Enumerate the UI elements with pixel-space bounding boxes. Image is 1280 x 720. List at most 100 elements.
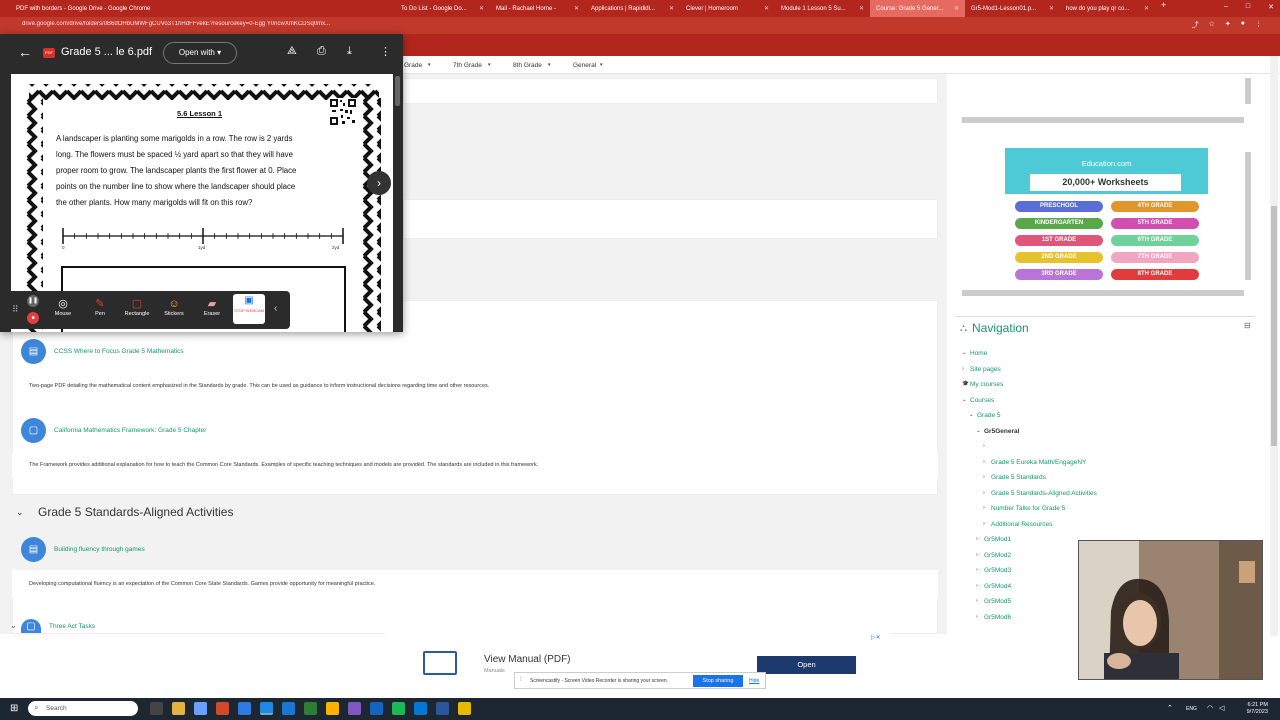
tree-chevron-icon[interactable]: ›: [983, 505, 985, 511]
tree-chevron-icon[interactable]: ›: [976, 536, 978, 542]
collapse-toolbar-icon[interactable]: ‹: [274, 303, 277, 314]
nav-item[interactable]: Site pages: [970, 366, 1001, 373]
activity-item[interactable]: ▢ Three Act Tasks: [21, 619, 95, 633]
open-button[interactable]: Open: [757, 656, 856, 674]
grade-button[interactable]: 2ND GRADE: [1015, 252, 1103, 263]
nav-item[interactable]: Additional Resources: [991, 521, 1052, 528]
grade-button[interactable]: 7TH GRADE: [1111, 252, 1199, 263]
nav-item[interactable]: Grade 5 Standards-Aligned Activities: [991, 490, 1097, 497]
browser-tab[interactable]: Module 1 Lesson 5 Su... ✕: [775, 0, 870, 17]
add-to-drive-icon[interactable]: ⟁: [287, 45, 297, 58]
nav-item[interactable]: Grade 5 Eureka Math/EngageNY: [991, 459, 1086, 466]
tree-chevron-icon[interactable]: ⌄: [976, 428, 981, 434]
eraser-tool[interactable]: ▰ Eraser: [195, 297, 229, 317]
course-nav-item[interactable]: 8th Grade: [513, 62, 542, 69]
nav-item[interactable]: Grade 5: [977, 412, 1001, 419]
firefox-icon[interactable]: [216, 702, 229, 715]
nav-item[interactable]: Home: [970, 350, 987, 357]
url-field[interactable]: drive.google.com/drive/folders/0B6dOHbUM…: [22, 21, 372, 27]
nav-item[interactable]: Gr5Mod5: [984, 598, 1011, 605]
tray-chevron-icon[interactable]: ⌃: [1167, 704, 1173, 712]
stop-sharing-button[interactable]: Stop sharing: [693, 675, 743, 687]
nav-item[interactable]: Gr5Mod3: [984, 567, 1011, 574]
activity-link[interactable]: Three Act Tasks: [49, 623, 95, 630]
tree-chevron-icon[interactable]: ⌄: [969, 412, 974, 418]
browser-tab[interactable]: Mail - Rachael Horne - ✕: [490, 0, 585, 17]
tab-close-icon[interactable]: ✕: [669, 5, 674, 12]
taskbar-search[interactable]: Search: [28, 701, 138, 716]
word-icon[interactable]: [370, 702, 383, 715]
nav-item[interactable]: Grade 5 Standards: [991, 474, 1046, 481]
ad-close-icon[interactable]: ▷✕: [871, 634, 881, 641]
stop-icon[interactable]: ■: [27, 312, 39, 324]
ad-choices-icon[interactable]: ▷✕: [1192, 149, 1202, 156]
nav-item[interactable]: Number Talks for Grade 5: [991, 505, 1065, 512]
close-icon[interactable]: ✕: [1268, 3, 1274, 11]
activity-item[interactable]: ▢ California Mathematics Framework: Grad…: [21, 418, 206, 443]
back-arrow-icon[interactable]: ←: [18, 44, 32, 60]
task-view-icon[interactable]: [150, 702, 163, 715]
page-scrollbar-thumb[interactable]: [1271, 206, 1277, 446]
nav-item[interactable]: My courses: [970, 381, 1003, 388]
tree-chevron-icon[interactable]: ›: [962, 366, 964, 372]
pdf-scrollbar[interactable]: [395, 76, 400, 106]
wifi-icon[interactable]: ◠: [1207, 704, 1213, 712]
vertical-scrollbar[interactable]: [1245, 152, 1251, 280]
grade-button[interactable]: PRESCHOOL: [1015, 201, 1103, 212]
browser-tab[interactable]: how do you play qr co... ✕: [1060, 0, 1155, 17]
tree-chevron-icon[interactable]: ⌄: [962, 397, 967, 403]
grade-button[interactable]: 4TH GRADE: [1111, 201, 1199, 212]
grade-button[interactable]: 5TH GRADE: [1111, 218, 1199, 229]
word-online-icon[interactable]: [304, 702, 317, 715]
nav-item[interactable]: Gr5Mod6: [984, 614, 1011, 621]
tree-chevron-icon[interactable]: ›: [976, 598, 978, 604]
minimize-icon[interactable]: –: [1224, 3, 1228, 11]
tree-chevron-icon[interactable]: ›: [976, 583, 978, 589]
teams-icon[interactable]: [194, 702, 207, 715]
nav-item[interactable]: Courses: [970, 397, 994, 404]
activity-link[interactable]: CCSS Where to Focus Grade 5 Mathematics: [54, 348, 184, 355]
rectangle-tool[interactable]: ▢ Rectangle: [120, 297, 154, 317]
acrobat-icon[interactable]: [458, 702, 471, 715]
course-nav-item[interactable]: 7th Grade: [453, 62, 482, 69]
tab-close-icon[interactable]: ✕: [859, 5, 864, 12]
weather-icon[interactable]: [172, 702, 185, 715]
extensions-icon[interactable]: ✦: [1225, 20, 1231, 30]
tab-close-icon[interactable]: ✕: [954, 5, 959, 12]
pen-tool[interactable]: ✎ Pen: [83, 297, 117, 317]
nav-item[interactable]: Gr5Mod1: [984, 536, 1011, 543]
tree-chevron-icon[interactable]: ›: [983, 459, 985, 465]
tree-chevron-icon[interactable]: ›: [976, 552, 978, 558]
education-ad[interactable]: Education.com 20,000+ Worksheets PRESCHO…: [1005, 148, 1208, 283]
hide-link[interactable]: Hide: [749, 678, 759, 684]
stop-webcam-button[interactable]: ▣ STOP WEBCAM: [233, 294, 265, 324]
stickers-tool[interactable]: ☺ Stickers: [157, 297, 191, 317]
powerpoint-icon[interactable]: [436, 702, 449, 715]
more-options-icon[interactable]: ⋮: [380, 45, 391, 58]
volume-icon[interactable]: ◁: [1219, 704, 1224, 712]
tab-close-icon[interactable]: ✕: [479, 5, 484, 12]
nav-item[interactable]: Gr5Mod2: [984, 552, 1011, 559]
tree-chevron-icon[interactable]: ›: [983, 443, 985, 449]
profile-icon[interactable]: ●: [1241, 20, 1245, 30]
language-indicator[interactable]: ENG: [1186, 706, 1197, 712]
page-scrollbar[interactable]: [1270, 56, 1278, 636]
chevron-down-icon[interactable]: ⌄: [16, 507, 24, 518]
chrome-icon[interactable]: [238, 702, 251, 715]
horizontal-scrollbar[interactable]: [962, 117, 1244, 123]
drag-handle-icon[interactable]: ⠿: [12, 304, 19, 315]
chevron-down-icon[interactable]: ⌄: [10, 621, 17, 630]
tree-chevron-icon[interactable]: ›: [983, 490, 985, 496]
tab-close-icon[interactable]: ✕: [1049, 5, 1054, 12]
grade-button[interactable]: KINDERGARTEN: [1015, 218, 1103, 229]
browser-tab[interactable]: To Do List - Google Do... ✕: [395, 0, 490, 17]
vertical-scrollbar[interactable]: [1245, 78, 1251, 104]
steam-icon[interactable]: [260, 702, 273, 715]
activity-link[interactable]: Building fluency through games: [54, 546, 145, 553]
tab-close-icon[interactable]: ✕: [1144, 5, 1149, 12]
clock[interactable]: 6:21 PM 9/7/2023: [1247, 702, 1268, 716]
spotify-icon[interactable]: [326, 702, 339, 715]
tree-chevron-icon[interactable]: ›: [976, 614, 978, 620]
excel-icon[interactable]: [414, 702, 427, 715]
menu-icon[interactable]: ⋮: [1255, 20, 1262, 30]
